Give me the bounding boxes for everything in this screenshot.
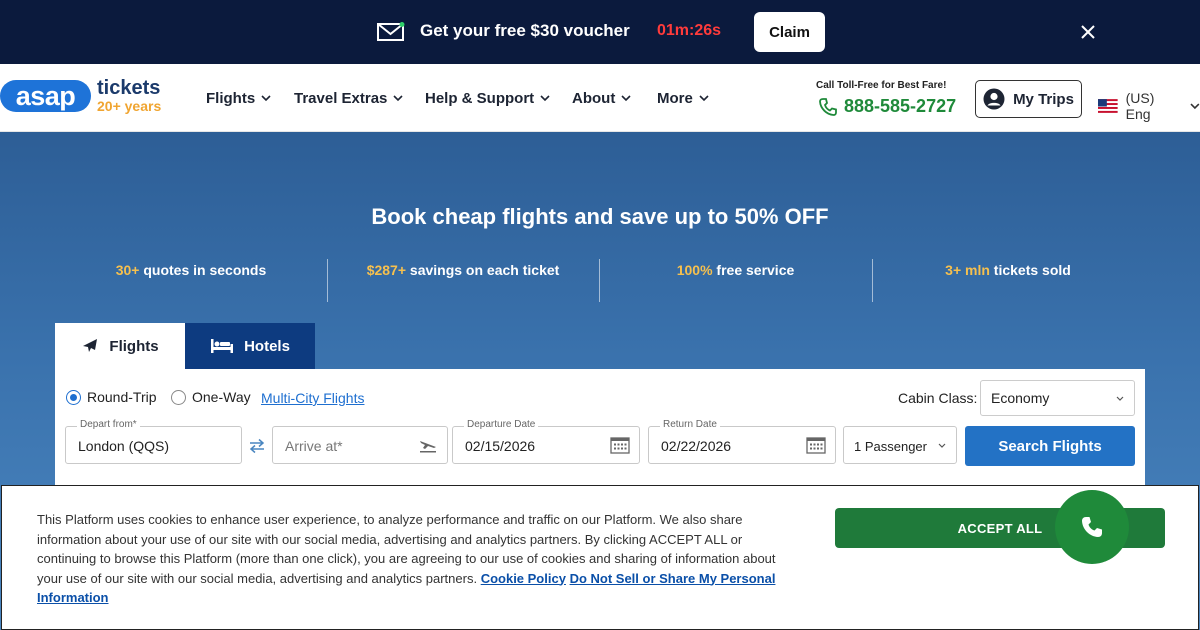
departure-date-value: 02/15/2026 — [465, 438, 536, 454]
tab-flights[interactable]: Flights — [55, 323, 185, 369]
chevron-down-icon — [621, 95, 631, 102]
cabin-class-label: Cabin Class: — [898, 390, 978, 406]
close-icon[interactable] — [1078, 22, 1098, 42]
nav-travel-extras[interactable]: Travel Extras — [294, 90, 403, 107]
chevron-down-icon — [393, 95, 403, 102]
calendar-icon — [610, 437, 630, 454]
stat-free-service: 100% free service — [599, 262, 872, 278]
tab-label: Flights — [109, 337, 159, 355]
radio-dot — [66, 389, 81, 405]
stat-text: free service — [712, 262, 795, 278]
radio-round-trip[interactable]: Round-Trip — [66, 389, 157, 405]
promo-timer: 01m:26s — [657, 22, 722, 39]
radio-label: Round-Trip — [87, 389, 157, 405]
language-selector[interactable]: (US) Eng — [1098, 90, 1200, 122]
nav-label: About — [572, 90, 616, 107]
stat-text: tickets sold — [989, 262, 1071, 278]
nav-about[interactable]: About — [572, 90, 631, 107]
cookie-text-block: This Platform uses cookies to enhance us… — [37, 510, 797, 608]
radio-label: One-Way — [192, 389, 251, 405]
arrive-at-placeholder: Arrive at* — [285, 438, 343, 454]
stat-tickets-sold: 3+ mln tickets sold — [872, 262, 1144, 278]
chevron-down-icon — [1190, 102, 1200, 109]
field-label: Depart from* — [77, 419, 140, 430]
airplane-icon — [83, 339, 98, 352]
tollfree-label: Call Toll-Free for Best Fare! — [816, 80, 947, 91]
passenger-select[interactable]: 1 Passenger — [843, 426, 957, 464]
nav-label: Help & Support — [425, 90, 535, 107]
stat-highlight: 100% — [676, 262, 713, 278]
landing-airplane-icon — [420, 441, 436, 453]
stat-savings: $287+ savings on each ticket — [327, 262, 599, 278]
stat-highlight: 30+ — [115, 262, 140, 278]
chevron-down-icon — [938, 443, 946, 448]
call-button[interactable] — [1055, 490, 1129, 564]
my-trips-button[interactable]: My Trips — [975, 80, 1082, 118]
chevron-down-icon — [1116, 396, 1124, 401]
departure-date-field[interactable]: Departure Date 02/15/2026 — [452, 419, 640, 464]
depart-from-value: London (QQS) — [78, 438, 170, 454]
stat-highlight: $287+ — [366, 262, 407, 278]
logo-tickets: tickets — [97, 77, 161, 99]
stat-highlight: 3+ mln — [945, 262, 990, 278]
user-icon — [983, 88, 1005, 110]
claim-button[interactable]: Claim — [754, 12, 825, 52]
chevron-down-icon — [699, 95, 709, 102]
cookie-policy-link[interactable]: Cookie Policy — [481, 571, 566, 586]
logo[interactable]: asap tickets 20+ years — [0, 77, 165, 116]
chevron-down-icon — [540, 95, 550, 102]
envelope-icon — [377, 22, 405, 41]
return-date-value: 02/22/2026 — [661, 438, 732, 454]
tab-label: Hotels — [244, 337, 290, 355]
logo-years: 20+ years — [97, 98, 162, 114]
nav-more[interactable]: More — [657, 90, 709, 107]
site-header: asap tickets 20+ years Flights Travel Ex… — [0, 64, 1200, 132]
phone-icon — [819, 97, 837, 116]
phone-icon — [1082, 517, 1102, 537]
search-flights-button[interactable]: Search Flights — [965, 426, 1135, 466]
nav-flights[interactable]: Flights — [206, 90, 271, 107]
bed-icon — [211, 339, 234, 353]
nav-label: Travel Extras — [294, 90, 388, 107]
nav-label: Flights — [206, 90, 256, 107]
depart-from-field[interactable]: Depart from* London (QQS) — [65, 419, 242, 464]
flight-search-form: Round-Trip One-Way Multi-City Flights Ca… — [55, 369, 1145, 489]
phone-number: 888-585-2727 — [844, 96, 957, 116]
stat-text: savings on each ticket — [406, 262, 560, 278]
phone-link[interactable]: 888-585-2727 — [818, 96, 956, 117]
calendar-icon — [806, 437, 826, 454]
multi-city-link[interactable]: Multi-City Flights — [261, 390, 364, 406]
passenger-value: 1 Passenger — [854, 439, 927, 454]
chevron-down-icon — [261, 95, 271, 102]
radio-one-way[interactable]: One-Way — [171, 389, 251, 405]
cabin-class-value: Economy — [991, 390, 1050, 406]
radio-dot — [171, 389, 186, 405]
promo-banner: Get your free $30 voucher 01m:26s Claim — [0, 0, 1200, 64]
promo-title: Get your free $30 voucher — [420, 21, 630, 40]
language-label: (US) Eng — [1125, 90, 1155, 122]
nav-help-support[interactable]: Help & Support — [425, 90, 550, 107]
cookie-banner: This Platform uses cookies to enhance us… — [1, 485, 1199, 630]
cabin-class-select[interactable]: Economy — [980, 380, 1135, 416]
my-trips-label: My Trips — [1013, 90, 1074, 108]
field-label: Departure Date — [464, 419, 539, 430]
return-date-field[interactable]: Return Date 02/22/2026 — [648, 419, 836, 464]
swap-icon[interactable] — [248, 437, 266, 455]
logo-asap: asap — [0, 80, 91, 112]
hero-title: Book cheap flights and save up to 50% OF… — [371, 204, 829, 229]
arrive-at-field[interactable]: Arrive at* — [272, 426, 448, 464]
tab-hotels[interactable]: Hotels — [185, 323, 315, 369]
us-flag-icon — [1098, 99, 1118, 113]
stat-text: quotes in seconds — [139, 262, 267, 278]
nav-label: More — [657, 90, 693, 107]
stat-quotes: 30+ quotes in seconds — [55, 262, 327, 278]
field-label: Return Date — [660, 419, 720, 430]
